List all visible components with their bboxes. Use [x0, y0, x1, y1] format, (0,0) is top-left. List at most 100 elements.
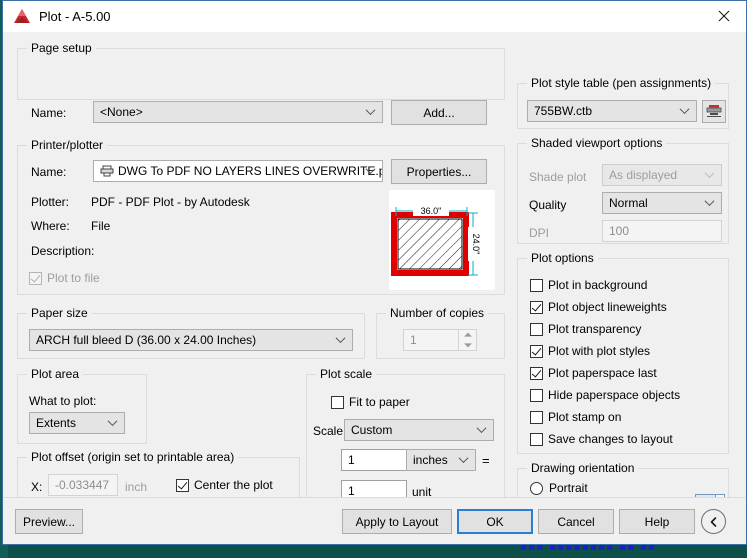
paper-size-value: ARCH full bleed D (36.00 x 24.00 Inches)	[36, 333, 257, 347]
plot-style-table-legend: Plot style table (pen assignments)	[527, 76, 716, 90]
where-value: File	[91, 219, 111, 233]
checkbox-box	[530, 322, 543, 336]
chevron-left-circle-icon[interactable]	[701, 509, 726, 534]
checkbox-box	[530, 388, 543, 402]
radio-circle	[530, 481, 543, 495]
plot-stamp-on-label: Plot stamp on	[548, 410, 622, 424]
scale-label: Scale:	[313, 424, 347, 438]
stepper-up-icon	[459, 330, 476, 340]
orientation-portrait-label: Portrait	[549, 481, 588, 495]
printer-name-label: Name:	[31, 165, 67, 179]
printer-plotter-legend: Printer/plotter	[27, 138, 108, 152]
paper-preview: 36.0" 24.0"	[389, 190, 495, 290]
printer-properties-button[interactable]: Properties...	[391, 159, 487, 184]
cancel-button[interactable]: Cancel	[538, 509, 614, 534]
center-the-plot-label: Center the plot	[194, 478, 273, 492]
chevron-down-icon	[478, 425, 487, 434]
paper-size-legend: Paper size	[27, 306, 92, 320]
scale-units-combo[interactable]: inches	[406, 449, 476, 471]
plot-paperspace-last-checkbox[interactable]: Plot paperspace last	[530, 366, 657, 380]
center-the-plot-checkbox[interactable]: Center the plot	[176, 478, 273, 492]
checkbox-box	[530, 278, 543, 292]
shaded-viewport-legend: Shaded viewport options	[527, 136, 667, 150]
stepper-down-icon	[459, 340, 476, 350]
plot-paperspace-last-label: Plot paperspace last	[548, 366, 657, 380]
chevron-down-icon	[681, 106, 690, 115]
paper-size-combo[interactable]: ARCH full bleed D (36.00 x 24.00 Inches)	[29, 329, 353, 351]
dialog-body: Page setup Name: <None> Add... Printer/p…	[3, 32, 746, 544]
save-changes-to-layout-checkbox[interactable]: Save changes to layout	[530, 432, 673, 446]
svg-text:36.0": 36.0"	[421, 206, 442, 216]
fit-to-paper-label: Fit to paper	[349, 395, 410, 409]
orientation-portrait-radio[interactable]: Portrait	[530, 481, 588, 495]
chevron-down-icon	[460, 455, 469, 464]
plot-offset-x-label: X:	[31, 480, 43, 494]
plot-with-plot-styles-label: Plot with plot styles	[548, 344, 651, 358]
plot-style-editor-icon[interactable]	[702, 100, 726, 123]
quality-value: Normal	[609, 196, 648, 210]
scale-value: Custom	[351, 423, 393, 437]
title-bar: Plot - A-5.00	[3, 1, 746, 32]
plot-object-lineweights-label: Plot object lineweights	[548, 300, 667, 314]
plot-in-background-checkbox[interactable]: Plot in background	[530, 278, 647, 292]
plot-scale-legend: Plot scale	[316, 367, 377, 381]
plot-dialog: Plot - A-5.00 Page setup Name: <None> Ad…	[2, 0, 747, 545]
checkbox-box	[331, 395, 344, 409]
plot-offset-legend: Plot offset (origin set to printable are…	[27, 450, 239, 464]
what-to-plot-value: Extents	[36, 416, 77, 430]
plot-in-background-label: Plot in background	[548, 278, 648, 292]
preview-paper-sheet: 36.0" 24.0"	[389, 190, 495, 290]
fit-to-paper-checkbox[interactable]: Fit to paper	[331, 395, 410, 409]
chevron-down-icon	[367, 166, 376, 175]
plotter-label: Plotter:	[31, 195, 70, 209]
description-label: Description:	[31, 244, 95, 258]
plot-transparency-label: Plot transparency	[548, 322, 642, 336]
dialog-footer: Preview... Apply to Layout OK Cancel Hel…	[3, 497, 746, 544]
number-of-copies-input: 1	[403, 329, 459, 351]
help-button[interactable]: Help	[619, 509, 695, 534]
plot-to-file-checkbox: Plot to file	[29, 271, 100, 285]
page-setup-legend: Page setup	[27, 41, 96, 55]
checkbox-box	[530, 300, 543, 314]
plot-transparency-checkbox[interactable]: Plot transparency	[530, 322, 641, 336]
hide-paperspace-objects-checkbox[interactable]: Hide paperspace objects	[530, 388, 680, 402]
svg-text:24.0": 24.0"	[471, 234, 481, 255]
add-page-setup-button[interactable]: Add...	[391, 100, 487, 125]
chevron-down-icon	[109, 418, 118, 427]
plot-object-lineweights-checkbox[interactable]: Plot object lineweights	[530, 300, 667, 314]
autocad-logo-icon	[13, 8, 31, 24]
preview-button[interactable]: Preview...	[15, 509, 83, 534]
what-to-plot-combo[interactable]: Extents	[29, 412, 125, 434]
apply-to-layout-button[interactable]: Apply to Layout	[342, 509, 452, 534]
checkbox-box	[176, 478, 189, 492]
plot-to-file-label: Plot to file	[47, 271, 100, 285]
save-changes-to-layout-label: Save changes to layout	[548, 432, 673, 446]
checkbox-box	[29, 271, 42, 285]
plotter-value: PDF - PDF Plot - by Autodesk	[91, 195, 250, 209]
plot-style-table-combo[interactable]: 755BW.ctb	[527, 100, 697, 122]
printer-name-combo[interactable]: DWG To PDF NO LAYERS LINES OVERWRITE.pc3	[93, 160, 383, 182]
printer-name-value: DWG To PDF NO LAYERS LINES OVERWRITE.pc3	[118, 164, 383, 178]
quality-combo[interactable]: Normal	[602, 192, 722, 214]
scale-combo[interactable]: Custom	[344, 419, 494, 441]
what-to-plot-label: What to plot:	[29, 394, 97, 408]
quality-label: Quality	[529, 198, 567, 212]
chevron-down-icon	[337, 335, 346, 344]
close-icon[interactable]	[701, 1, 746, 31]
drawing-orientation-legend: Drawing orientation	[527, 461, 639, 475]
plot-style-table-value: 755BW.ctb	[534, 104, 593, 118]
plot-offset-x-input: -0.033447	[48, 474, 118, 496]
checkbox-box	[530, 366, 543, 380]
plot-with-plot-styles-checkbox[interactable]: Plot with plot styles	[530, 344, 650, 358]
page-setup-group: Page setup	[17, 41, 505, 100]
page-setup-name-label: Name:	[31, 106, 67, 120]
page-setup-name-combo[interactable]: <None>	[93, 101, 383, 123]
scale-numerator-input[interactable]: 1	[341, 449, 407, 471]
ok-button[interactable]: OK	[457, 509, 533, 534]
hide-paperspace-objects-label: Hide paperspace objects	[548, 388, 681, 402]
page-setup-name-value: <None>	[100, 105, 143, 119]
chevron-down-icon	[706, 170, 715, 179]
dpi-label: DPI	[529, 226, 550, 240]
checkbox-box	[530, 344, 543, 358]
plot-stamp-on-checkbox[interactable]: Plot stamp on	[530, 410, 621, 424]
